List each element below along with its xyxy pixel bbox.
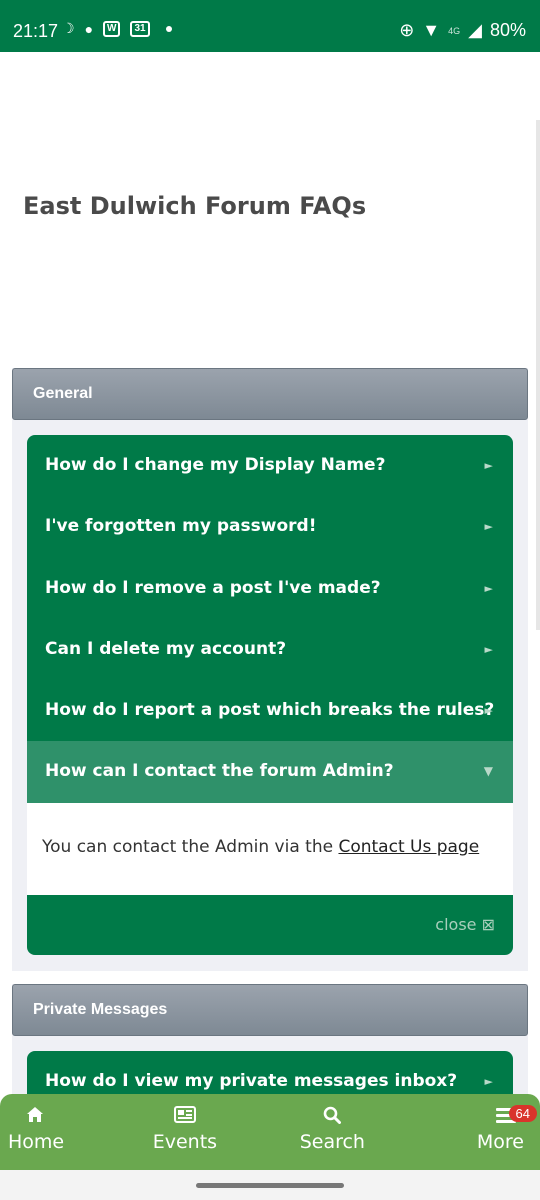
nav-home[interactable]: Home: [0, 1094, 111, 1170]
nav-home-label: Home: [8, 1131, 65, 1153]
nav-search-label: Search: [299, 1131, 365, 1153]
gesture-area: [0, 1170, 540, 1200]
faq-answer-text: You can contact the Admin via the: [42, 836, 339, 857]
status-bar: 21:17 ☽ ● W 31 ⊕ ▼ 4G ◢ 80%: [0, 0, 540, 52]
nav-more[interactable]: More 64: [406, 1094, 540, 1170]
nav-more-label: More: [476, 1131, 524, 1153]
sync-icon: ⊕: [399, 20, 415, 40]
arrow-right-icon: ►: [484, 642, 493, 656]
section-private-messages: Private Messages How do I view my privat…: [12, 984, 528, 1113]
contact-us-link[interactable]: Contact Us page: [338, 837, 479, 857]
page-scrollbar[interactable]: [536, 120, 540, 630]
page-title: East Dulwich Forum FAQs: [23, 192, 367, 220]
bottom-nav: Home Events Search More 64: [0, 1094, 540, 1170]
section-header-private-messages[interactable]: Private Messages: [12, 984, 528, 1036]
faq-question: How do I change my Display Name?: [45, 455, 386, 475]
faq-list-general: How do I change my Display Name? ► I've …: [27, 435, 513, 955]
faq-item[interactable]: Can I delete my account? ►: [27, 619, 513, 680]
arrow-right-icon: ►: [484, 581, 493, 595]
nav-events-label: Events: [152, 1131, 218, 1153]
system-icons: ⊕ ▼ 4G ◢ 80%: [399, 20, 526, 41]
arrow-right-icon: ►: [484, 704, 493, 718]
faq-question: I've forgotten my password!: [45, 516, 317, 537]
nav-events[interactable]: Events: [111, 1094, 258, 1170]
hamburger-icon: [406, 1106, 524, 1128]
faq-item[interactable]: How do I remove a post I've made? ►: [27, 558, 513, 619]
more-notifications-dot: [165, 25, 172, 32]
section-header-general[interactable]: General: [12, 368, 528, 420]
faq-answer: You can contact the Admin via the Contac…: [27, 802, 513, 895]
faq-question: How can I contact the forum Admin?: [45, 761, 394, 782]
faq-item[interactable]: How do I change my Display Name? ►: [27, 435, 513, 496]
faq-question: How do I report a post which breaks the …: [45, 700, 495, 721]
battery-level: 80%: [489, 20, 526, 40]
calendar-icon: 31: [130, 20, 150, 37]
nav-search[interactable]: Search: [259, 1094, 406, 1170]
faq-item[interactable]: How do I report a post which breaks the …: [27, 680, 513, 741]
arrow-right-icon: ►: [484, 459, 493, 472]
status-time: 21:17: [13, 21, 59, 41]
faq-question: How do I view my private messages inbox?: [45, 1071, 458, 1091]
search-icon: [259, 1106, 406, 1128]
faq-question: Can I delete my account?: [45, 638, 287, 659]
moon-icon: ☽: [62, 20, 75, 36]
arrow-down-icon: ▼: [483, 764, 493, 779]
section-general: General How do I change my Display Name?…: [12, 368, 528, 971]
gesture-handle[interactable]: [196, 1183, 344, 1188]
notification-badge: 64: [508, 1105, 537, 1122]
faq-question: How do I remove a post I've made?: [45, 577, 381, 598]
arrow-right-icon: ►: [484, 520, 493, 534]
home-icon: [8, 1106, 111, 1128]
chat-bubble-icon: ●: [84, 20, 94, 37]
signal-icon: ◢: [468, 20, 482, 40]
network-type: 4G: [448, 25, 461, 36]
wifi-icon: ▼: [422, 20, 441, 40]
faq-item[interactable]: I've forgotten my password! ►: [27, 496, 513, 557]
notification-icons: ☽ ● W 31: [62, 20, 172, 37]
w-app-icon: W: [103, 20, 121, 37]
faq-close-button[interactable]: close ⊠: [27, 895, 513, 955]
newspaper-icon: [111, 1106, 258, 1128]
faq-item-expanded[interactable]: How can I contact the forum Admin? ▼: [27, 741, 513, 803]
